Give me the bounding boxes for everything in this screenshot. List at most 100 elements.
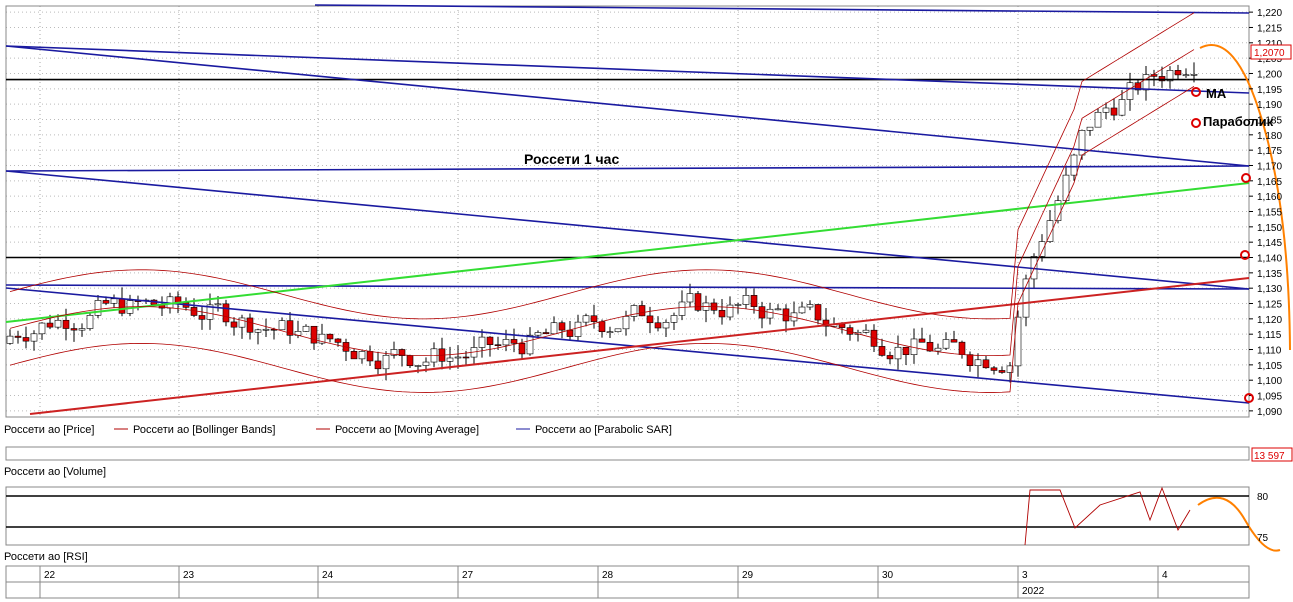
candle-body	[326, 333, 334, 340]
candle-body	[598, 321, 606, 333]
price-tick-label: 1,150	[1257, 223, 1282, 234]
price-tick-label: 1,115	[1257, 330, 1282, 341]
candle-body	[86, 314, 94, 329]
candle-body	[550, 322, 558, 335]
candle-body	[310, 325, 318, 344]
candle-body	[806, 304, 814, 308]
candle-body	[38, 322, 46, 335]
parabolic-annotation: Параболик	[1203, 114, 1274, 129]
price-tick-label: 1,120	[1257, 315, 1282, 326]
price-tick-label: 1,105	[1257, 361, 1282, 372]
price-tick-label: 1,090	[1257, 407, 1282, 418]
candle-body	[1126, 82, 1134, 100]
chart-title: Россети 1 час	[524, 151, 619, 167]
candle-body	[1110, 107, 1118, 116]
ma-annotation: MA	[1206, 86, 1227, 101]
candle-body	[1062, 174, 1070, 201]
candle-body	[502, 339, 510, 346]
candle-body	[246, 317, 254, 333]
rsi-tick: 80	[1257, 492, 1269, 503]
candle-body	[718, 309, 726, 318]
candle-body	[222, 303, 230, 323]
candle-body	[798, 306, 806, 314]
candle-body	[542, 332, 550, 335]
candle-body	[774, 308, 782, 311]
candle-body	[1078, 130, 1086, 156]
candle-body	[382, 354, 390, 370]
day-label: 28	[602, 570, 614, 581]
candle-body	[214, 303, 222, 306]
candle-body	[414, 365, 422, 367]
day-label: 24	[322, 570, 334, 581]
candle-body	[238, 317, 246, 328]
candle-body	[1086, 126, 1094, 131]
day-label: 27	[462, 570, 474, 581]
candle-body	[478, 336, 486, 348]
price-tick-label: 1,175	[1257, 146, 1282, 157]
day-label: 30	[882, 570, 894, 581]
year-label: 2022	[1022, 586, 1045, 597]
candle-body	[510, 339, 518, 344]
candle-body	[422, 361, 430, 366]
candle-body	[358, 351, 366, 360]
candle-body	[526, 334, 534, 355]
candle-body	[494, 344, 502, 347]
candle-body	[766, 308, 774, 319]
price-tick-label: 1,170	[1257, 161, 1282, 172]
price-tick-label: 1,155	[1257, 208, 1282, 219]
candle-body	[582, 315, 590, 323]
time-axis: 22 23 24 27 28 29 30 3 4 2022	[44, 570, 1168, 597]
channel-line	[5, 170, 1250, 290]
candle-body	[606, 331, 614, 334]
candle-body	[446, 357, 454, 362]
day-label: 22	[44, 570, 56, 581]
day-label: 4	[1162, 570, 1168, 581]
candle-body	[110, 298, 118, 304]
price-tick-label: 1,160	[1257, 192, 1282, 203]
candle-body	[886, 355, 894, 360]
volume-panel	[5, 446, 1250, 461]
candle-body	[78, 328, 86, 331]
legend-entry: Россети ао [Price]	[4, 424, 94, 436]
channel-line	[5, 45, 1250, 94]
price-tick-label: 1,095	[1257, 392, 1282, 403]
candle-body	[1038, 241, 1046, 257]
candle-body	[302, 325, 310, 332]
candle-body	[254, 329, 262, 333]
candle-body	[334, 338, 342, 343]
price-tick-label: 1,180	[1257, 131, 1282, 142]
candle-body	[486, 336, 494, 346]
candle-body	[534, 332, 542, 336]
price-tick-label: 1,195	[1257, 85, 1282, 96]
candle-body	[62, 319, 70, 329]
moving-average	[9, 49, 1195, 357]
price-tick-label: 1,145	[1257, 238, 1282, 249]
candle-body	[14, 335, 22, 338]
candle-body	[1118, 99, 1126, 116]
marker-circle	[1191, 87, 1201, 97]
stock-chart: 1,2201,2151,2101,2051,2001,1951,1901,185…	[4, 4, 1293, 599]
candle-body	[1174, 70, 1182, 76]
candle-body	[862, 329, 870, 333]
price-tick-label: 1,140	[1257, 254, 1282, 265]
candle-body	[726, 304, 734, 318]
marker-circle	[1191, 118, 1201, 128]
price-tick-label: 1,135	[1257, 269, 1282, 280]
candle-body	[1102, 107, 1110, 113]
channel-line	[5, 45, 1250, 167]
candle-body	[814, 304, 822, 321]
candle-body	[678, 301, 686, 316]
support-line	[5, 182, 1250, 323]
candle-body	[670, 315, 678, 323]
candle-body	[742, 295, 750, 305]
candle-body	[54, 319, 62, 328]
rsi-label: Россети ао [RSI]	[4, 551, 88, 563]
candle-body	[878, 346, 886, 356]
candle-body	[734, 304, 742, 306]
candle-body	[278, 320, 286, 331]
candle-body	[638, 305, 646, 317]
candle-body	[918, 338, 926, 343]
candle-body	[406, 355, 414, 367]
day-label: 3	[1022, 570, 1028, 581]
candle-body	[894, 346, 902, 360]
